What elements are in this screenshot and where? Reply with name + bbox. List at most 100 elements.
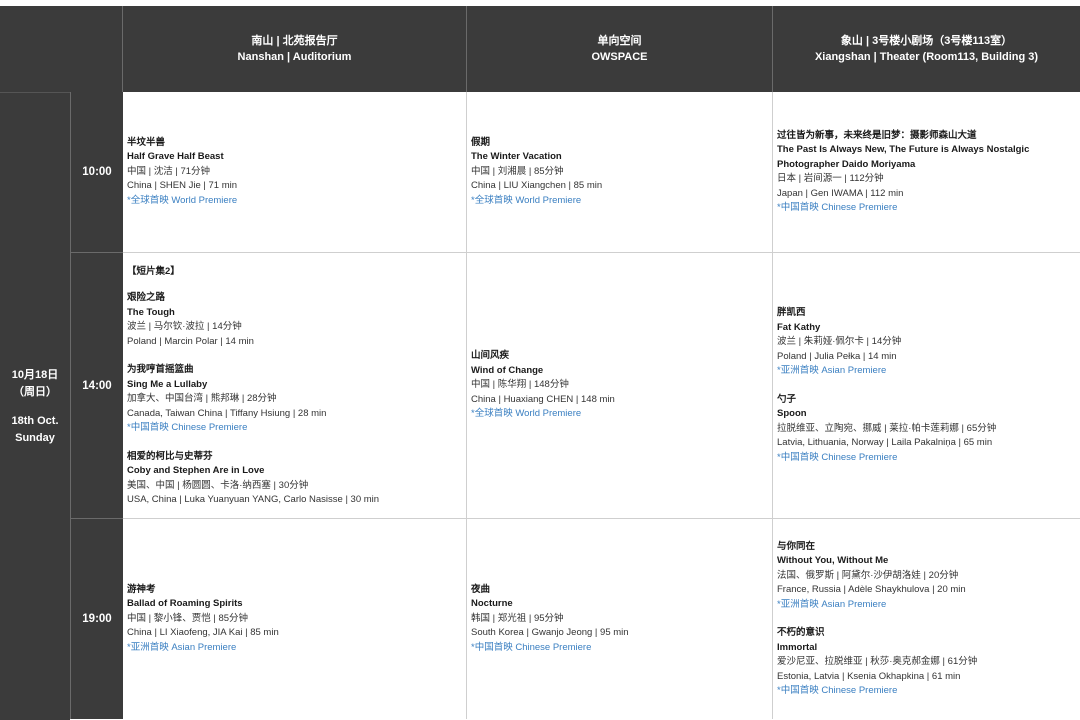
- premiere-label: *亚洲首映 Asian Premiere: [777, 365, 887, 376]
- film-title-zh: 相爱的柯比与史蒂芬: [127, 450, 213, 462]
- film-title-en: Nocturne: [471, 598, 513, 610]
- cell-1400-nanshan: 【短片集2】 艰险之路 The Tough 波兰 | 马尔钦·波拉 | 14分钟…: [123, 253, 467, 519]
- film-title-en: Without You, Without Me: [777, 555, 889, 566]
- premiere-label: *全球首映 World Premiere: [127, 194, 238, 206]
- film-meta-zh: 中国 | 刘湘晨 | 85分钟: [471, 165, 564, 177]
- film-meta-zh: 拉脱维亚、立陶宛、挪威 | 莱拉·帕卡莲莉娜 | 65分钟: [777, 422, 997, 434]
- venue-zh: 南山 | 北苑报告厅: [251, 35, 338, 47]
- venue-header-xiangshan: 象山 | 3号楼小剧场（3号楼113室） Xiangshan | Theater…: [773, 6, 1080, 92]
- weekday-en: Sunday: [15, 431, 55, 444]
- time-label: 19:00: [82, 613, 112, 625]
- cell-1900-owspace: 夜曲 Nocturne 韩国 | 郑光祖 | 95分钟 South Korea …: [467, 519, 773, 719]
- film-title-en: The Past Is Always New, The Future is Al…: [777, 144, 1030, 170]
- film-entry: 过往皆为新事，未来终是旧梦：摄影师森山大道 The Past Is Always…: [777, 129, 1076, 216]
- venue-header-nanshan: 南山 | 北苑报告厅 Nanshan | Auditorium: [123, 6, 467, 92]
- film-title-zh: 不朽的意识: [777, 627, 825, 638]
- cell-1000-xiangshan: 过往皆为新事，未来终是旧梦：摄影师森山大道 The Past Is Always…: [773, 92, 1080, 253]
- premiere-label: *全球首映 World Premiere: [471, 194, 582, 206]
- short-film-group-title: 【短片集2】: [127, 266, 180, 278]
- film-title-zh: 半坟半兽: [127, 136, 166, 148]
- cell-1400-xiangshan: 胖凯西 Fat Kathy 波兰 | 朱莉娅·佩尔卡 | 14分钟 Poland…: [773, 253, 1080, 519]
- venue-header-owspace: 单向空间 OWSPACE: [467, 6, 773, 92]
- film-title-en: Half Grave Half Beast: [127, 151, 224, 163]
- date-cell: 10月18日 （周日） 18th Oct. Sunday: [0, 92, 70, 720]
- film-meta-en: Latvia, Lithuania, Norway | Laila Pakaln…: [777, 437, 993, 448]
- film-title-zh: 假期: [471, 136, 491, 148]
- time-label: 10:00: [82, 166, 112, 178]
- film-title-en: Ballad of Roaming Spirits: [127, 598, 243, 610]
- film-title-en: Wind of Change: [471, 364, 544, 376]
- time-slot-1400: 14:00: [70, 253, 123, 519]
- premiere-label: *全球首映 World Premiere: [471, 408, 582, 420]
- film-meta-zh: 日本 | 岩间源一 | 112分钟: [777, 173, 884, 184]
- time-slot-1900: 19:00: [70, 519, 123, 719]
- premiere-label: *亚洲首映 Asian Premiere: [127, 641, 237, 653]
- film-meta-zh: 加拿大、中国台湾 | 熊邦琳 | 28分钟: [127, 393, 277, 405]
- film-title-en: Immortal: [777, 641, 818, 653]
- film-title-en: Coby and Stephen Are in Love: [127, 465, 265, 477]
- venue-zh: 单向空间: [597, 35, 642, 47]
- film-entry: 胖凯西 Fat Kathy 波兰 | 朱莉娅·佩尔卡 | 14分钟 Poland…: [777, 306, 1076, 379]
- film-entry: 艰险之路 The Tough 波兰 | 马尔钦·波拉 | 14分钟 Poland…: [127, 291, 462, 349]
- film-entry: 不朽的意识 Immortal 爱沙尼亚、拉脱维亚 | 秋莎·奥克郝金娜 | 61…: [777, 626, 1076, 699]
- film-meta-zh: 韩国 | 郑光祖 | 95分钟: [471, 612, 564, 624]
- time-slot-1000: 10:00: [70, 92, 123, 253]
- film-entry: 半坟半兽 Half Grave Half Beast 中国 | 沈洁 | 71分…: [127, 136, 462, 209]
- weekday-zh: （周日）: [13, 385, 57, 398]
- film-title-en: Sing Me a Lullaby: [127, 378, 208, 390]
- header-corner: [0, 6, 123, 92]
- cell-1400-owspace: 山间风疾 Wind of Change 中国 | 陈华翔 | 148分钟 Chi…: [467, 253, 773, 519]
- film-meta-en: Poland | Marcin Polar | 14 min: [127, 335, 254, 347]
- film-title-zh: 艰险之路: [127, 292, 166, 304]
- film-entry: 假期 The Winter Vacation 中国 | 刘湘晨 | 85分钟 C…: [471, 136, 768, 209]
- film-meta-zh: 中国 | 黎小锋、贾恺 | 85分钟: [127, 612, 249, 624]
- film-entry: 为我哼首摇篮曲 Sing Me a Lullaby 加拿大、中国台湾 | 熊邦琳…: [127, 363, 462, 436]
- film-title-zh: 过往皆为新事，未来终是旧梦：摄影师森山大道: [777, 129, 977, 141]
- film-meta-zh: 波兰 | 马尔钦·波拉 | 14分钟: [127, 321, 242, 333]
- film-title-zh: 游神考: [127, 583, 156, 595]
- film-meta-zh: 美国、中国 | 杨圆圆、卡洛·纳西塞 | 30分钟: [127, 479, 309, 491]
- film-entry: 山间风疾 Wind of Change 中国 | 陈华翔 | 148分钟 Chi…: [471, 349, 768, 422]
- film-meta-zh: 法国、俄罗斯 | 阿黛尔·沙伊胡洛娃 | 20分钟: [777, 569, 959, 581]
- cell-1900-nanshan: 游神考 Ballad of Roaming Spirits 中国 | 黎小锋、贾…: [123, 519, 467, 719]
- film-meta-en: USA, China | Luka Yuanyuan YANG, Carlo N…: [127, 494, 380, 506]
- film-meta-en: China | LIU Xiangchen | 85 min: [471, 180, 603, 192]
- premiere-label: *中国首映 Chinese Premiere: [777, 451, 898, 463]
- schedule-table: 南山 | 北苑报告厅 Nanshan | Auditorium 单向空间 OWS…: [0, 0, 1080, 720]
- premiere-label: *中国首映 Chinese Premiere: [471, 641, 592, 653]
- film-entry: 与你同在 Without You, Without Me 法国、俄罗斯 | 阿黛…: [777, 540, 1076, 613]
- film-entry: 夜曲 Nocturne 韩国 | 郑光祖 | 95分钟 South Korea …: [471, 583, 768, 656]
- film-meta-zh: 中国 | 沈洁 | 71分钟: [127, 165, 211, 177]
- cell-1000-nanshan: 半坟半兽 Half Grave Half Beast 中国 | 沈洁 | 71分…: [123, 92, 467, 253]
- film-title-en: Fat Kathy: [777, 321, 821, 333]
- cell-1900-xiangshan: 与你同在 Without You, Without Me 法国、俄罗斯 | 阿黛…: [773, 519, 1080, 719]
- film-meta-en: Estonia, Latvia | Ksenia Okhapkina | 61 …: [777, 670, 961, 682]
- film-entry: 游神考 Ballad of Roaming Spirits 中国 | 黎小锋、贾…: [127, 583, 462, 656]
- film-meta-en: Japan | Gen IWAMA | 112 min: [777, 187, 904, 199]
- film-title-zh: 胖凯西: [777, 307, 806, 318]
- venue-en: Xiangshan | Theater (Room113, Building 3…: [814, 51, 1039, 63]
- film-meta-en: France, Russia | Adèle Shaykhulova | 20 …: [777, 584, 966, 595]
- film-title-zh: 勺子: [777, 393, 797, 405]
- film-title-en: The Winter Vacation: [471, 151, 562, 163]
- date-en: 18th Oct.: [11, 414, 59, 427]
- film-entry: 相爱的柯比与史蒂芬 Coby and Stephen Are in Love 美…: [127, 450, 462, 508]
- film-meta-en: China | LI Xiaofeng, JIA Kai | 85 min: [127, 627, 279, 639]
- venue-en: OWSPACE: [591, 51, 648, 63]
- premiere-label: *中国首映 Chinese Premiere: [777, 202, 898, 213]
- film-title-en: Spoon: [777, 408, 807, 419]
- film-meta-en: South Korea | Gwanjo Jeong | 95 min: [471, 627, 629, 639]
- film-meta-zh: 波兰 | 朱莉娅·佩尔卡 | 14分钟: [777, 336, 902, 347]
- venue-en: Nanshan | Auditorium: [237, 51, 352, 63]
- film-meta-zh: 中国 | 陈华翔 | 148分钟: [471, 379, 569, 391]
- film-meta-en: China | SHEN Jie | 71 min: [127, 180, 238, 192]
- time-label: 14:00: [82, 379, 112, 392]
- premiere-label: *亚洲首映 Asian Premiere: [777, 598, 887, 610]
- film-title-en: The Tough: [127, 306, 175, 318]
- venue-zh: 象山 | 3号楼小剧场（3号楼113室）: [840, 35, 1013, 47]
- film-title-zh: 为我哼首摇篮曲: [127, 364, 194, 376]
- cell-1000-owspace: 假期 The Winter Vacation 中国 | 刘湘晨 | 85分钟 C…: [467, 92, 773, 253]
- premiere-label: *中国首映 Chinese Premiere: [777, 685, 898, 696]
- film-title-zh: 与你同在: [777, 540, 816, 552]
- film-title-zh: 山间风疾: [471, 350, 510, 362]
